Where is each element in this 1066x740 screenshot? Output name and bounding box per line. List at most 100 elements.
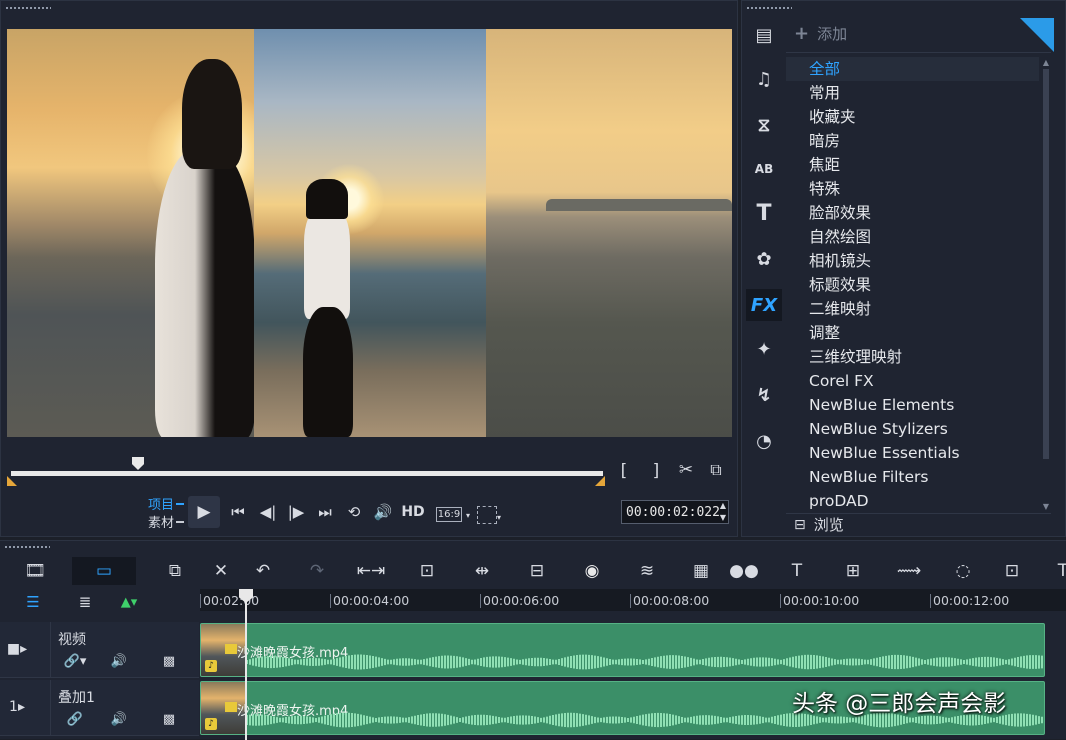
timeline-view-icon[interactable]: ▭ [72, 557, 136, 585]
ripple-edit-icon[interactable]: ▩ [158, 710, 180, 728]
ruler-tick-label: 00:00:10:00 [780, 594, 859, 608]
filter-category-item[interactable]: NewBlue Essentials [786, 441, 1039, 465]
filter-category-item[interactable]: 标题效果 [786, 273, 1039, 297]
filter-category-item[interactable]: 三维纹理映射 [786, 345, 1039, 369]
undo-icon[interactable]: ↶ [248, 557, 278, 585]
mode-project[interactable]: 项目 [148, 494, 174, 513]
time-ruler[interactable]: 00:02:00 00:00:04:00 00:00:06:00 00:00:08:0… [200, 589, 1066, 611]
trim-start-marker[interactable] [7, 476, 17, 486]
link-icon[interactable]: 🔗 [64, 710, 86, 728]
media-icon[interactable]: ▤ [746, 19, 782, 51]
chapter-list-icon[interactable]: ≣ [72, 593, 98, 611]
filter-category-item[interactable]: 常用 [786, 81, 1039, 105]
time-remap-icon[interactable]: ⟿ [894, 557, 924, 585]
storyboard-view-icon[interactable]: 🎞 [20, 557, 50, 585]
browse-button[interactable]: ⊟ 浏览 [794, 514, 844, 535]
library-scrollbar[interactable]: ▲ ▼ [1040, 57, 1052, 513]
filter-category-item[interactable]: 调整 [786, 321, 1039, 345]
mixer-icon[interactable]: ◉ [577, 557, 607, 585]
timecode-down-icon[interactable]: ▼ [717, 512, 729, 523]
mask-creator-icon[interactable]: ◌ [948, 557, 978, 585]
text-tool-icon[interactable]: T [1048, 557, 1066, 585]
magic-wand-icon[interactable]: ✦ [746, 333, 782, 365]
clip-fx-badge-icon [225, 702, 237, 712]
track-name-overlay[interactable]: 叠加1 [58, 687, 95, 707]
chevron-down-icon[interactable]: ▾ [464, 511, 472, 520]
mute-icon[interactable]: 🔊 [108, 710, 130, 728]
subtitle-icon[interactable]: ●● [729, 557, 759, 585]
transition-icon[interactable]: ⧖ [746, 109, 782, 141]
mode-clip[interactable]: 素材 [148, 512, 174, 531]
link-icon[interactable]: 🔗▾ [64, 652, 87, 670]
crop-icon[interactable] [477, 506, 497, 524]
browse-label: 浏览 [813, 516, 844, 534]
pan-zoom-icon[interactable]: ⊡ [997, 557, 1027, 585]
hd-toggle[interactable]: HD [400, 500, 426, 524]
filter-category-item[interactable]: 二维映射 [786, 297, 1039, 321]
text-icon[interactable]: T [746, 197, 782, 229]
video-frame-center [254, 29, 486, 437]
split-icon[interactable]: ⇹ [467, 557, 497, 585]
panel-grip[interactable] [5, 6, 51, 10]
mode-indicator-clip [176, 521, 184, 523]
copy-to-clipboard-icon[interactable]: ⧉ [160, 557, 190, 585]
filter-category-item[interactable]: 焦距 [786, 153, 1039, 177]
add-button[interactable]: + 添加 [794, 19, 847, 47]
crop-chevron-icon[interactable]: ▾ [495, 513, 503, 522]
filter-category-item[interactable]: 脸部效果 [786, 201, 1039, 225]
path-icon[interactable]: ↯ [746, 379, 782, 411]
play-button[interactable]: ▶ [188, 496, 220, 528]
filter-category-item[interactable]: Corel FX [786, 369, 1039, 393]
next-frame-icon[interactable]: |▶ [284, 500, 308, 524]
multi-camera-icon[interactable]: ⊞ [838, 557, 868, 585]
speedometer-icon[interactable]: ◔ [746, 425, 782, 457]
pin-icon[interactable] [1020, 18, 1054, 52]
timeline-playhead[interactable] [245, 589, 247, 740]
tools-icon[interactable]: ✕ [206, 557, 236, 585]
record-capture-icon[interactable]: ⊡ [412, 557, 442, 585]
timecode-up-icon[interactable]: ▲ [717, 500, 729, 511]
home-icon[interactable]: ⏮ [226, 500, 250, 524]
filter-category-item[interactable]: 特殊 [786, 177, 1039, 201]
preview-scrubber[interactable] [11, 471, 603, 476]
mute-icon[interactable]: 🔊 [108, 652, 130, 670]
filter-category-item[interactable]: 相机镜头 [786, 249, 1039, 273]
video-clip[interactable]: ♪ 沙滩晚霞女孩.mp4 [200, 623, 1045, 677]
add-chapter-icon[interactable]: ▲▾ [116, 593, 142, 611]
auto-music-icon[interactable]: ≋ [632, 557, 662, 585]
repeat-icon[interactable]: ⟲ [342, 500, 366, 524]
filter-category-item[interactable]: NewBlue Filters [786, 465, 1039, 489]
track-manager-icon[interactable]: ☰ [20, 593, 46, 611]
panel-grip[interactable] [4, 545, 50, 549]
track-name-video[interactable]: 视频 [58, 629, 86, 649]
end-icon[interactable]: ⏭ [313, 500, 337, 524]
filter-category-item[interactable]: 收藏夹 [786, 105, 1039, 129]
mark-out-icon[interactable]: ] [647, 461, 665, 481]
motion-tracking-icon[interactable]: ▦ [686, 557, 716, 585]
trim-end-marker[interactable] [595, 476, 605, 486]
filter-category-item[interactable]: 暗房 [786, 129, 1039, 153]
mark-in-icon[interactable]: [ [615, 461, 633, 481]
ripple-edit-icon[interactable]: ▩ [158, 652, 180, 670]
filter-category-item[interactable]: 全部 [786, 57, 1039, 81]
title-editor-icon[interactable]: T [782, 557, 812, 585]
enlarge-preview-icon[interactable]: ⧉ [705, 459, 727, 481]
aspect-ratio-button[interactable]: 16:9 [436, 507, 462, 522]
redo-icon[interactable]: ↷ [302, 557, 332, 585]
title-template-icon[interactable]: AB [746, 153, 782, 185]
filter-category-item[interactable]: 自然绘图 [786, 225, 1039, 249]
auto-fit-icon[interactable]: ⊟ [522, 557, 552, 585]
graphics-icon[interactable]: ✿ [746, 243, 782, 275]
volume-icon[interactable]: 🔊 [371, 500, 395, 524]
timecode-field[interactable]: 00:00:02:022 [621, 500, 729, 524]
preview-playhead[interactable] [132, 457, 144, 470]
fit-to-window-icon[interactable]: ⇤⇥ [356, 557, 386, 585]
split-clip-icon[interactable]: ✂ [675, 459, 697, 481]
fx-icon[interactable]: FX [746, 289, 782, 321]
mode-indicator [176, 503, 184, 505]
filter-category-item[interactable]: proDAD [786, 489, 1039, 513]
audio-icon[interactable]: ♫ [746, 63, 782, 95]
filter-category-item[interactable]: NewBlue Stylizers [786, 417, 1039, 441]
previous-frame-icon[interactable]: ◀| [256, 500, 280, 524]
filter-category-item[interactable]: NewBlue Elements [786, 393, 1039, 417]
